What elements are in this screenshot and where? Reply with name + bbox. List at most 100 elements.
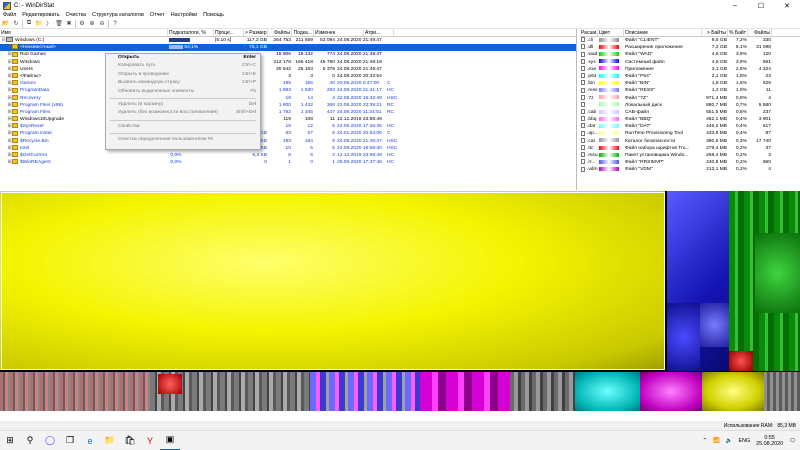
help-icon[interactable]: ? [111, 20, 119, 28]
explorer-taskbar-icon[interactable]: 📁 [100, 431, 120, 450]
col-modified[interactable]: Изменен [314, 29, 364, 36]
extension-row[interactable]: .cli Файл "CLIENT" 8,5 GB 7,2% 330 [580, 37, 800, 44]
directory-row[interactable]: ⊞ Program Files 1 792 1 345 447 24.08.2020 1… [0, 109, 576, 116]
col-items[interactable]: Файлы [268, 29, 292, 36]
tray-arrow-icon[interactable]: ⌃ [703, 438, 708, 444]
menu-options[interactable]: Настройки [171, 12, 197, 18]
cmd-icon[interactable]: 〉 [45, 20, 53, 28]
extension-row[interactable]: .dat Файл "DAT" 446,2 MB 0,4% 617 [580, 123, 800, 130]
col-bytes-percent[interactable]: % Байт [728, 29, 748, 36]
col-files[interactable]: Подка... [292, 29, 314, 36]
directory-row[interactable]: ⊞$Recycle.Bin 0,0%46,1 KB193184924.08.20… [0, 137, 576, 145]
col-name[interactable]: Имя [0, 29, 168, 36]
context-menu-item[interactable]: Удалить (без возможности восстановления)… [106, 109, 260, 117]
notification-icon[interactable]: 🗨 [789, 438, 796, 444]
extension-row[interactable]: .bin Файл "BIN" 1,8 GB 1,5% 529 [580, 80, 800, 87]
maximize-button[interactable]: ☐ [748, 0, 774, 11]
extension-row[interactable]: .vdm Файл "VDM" 213,1 MB 0,2% 4 [580, 166, 800, 173]
col-ext-files[interactable]: Файлы [748, 29, 772, 36]
extension-row[interactable]: Локальный диск 880,7 MB 0,7% 5 580 [580, 101, 800, 109]
treemap[interactable] [0, 191, 800, 411]
extension-row[interactable]: .sys Системный файл 4,6 GB 3,9% 561 [580, 58, 800, 66]
col-size[interactable]: > Размер [244, 29, 268, 36]
zoom-in-icon[interactable]: ⊕ [88, 20, 96, 28]
directory-row[interactable]: ⊞ Users 30 542 25 163 5 379 24.08.2020 21:49… [0, 65, 576, 73]
directory-row[interactable]: ⊟ Windows (C:) [5:10 s] 117,3 GB 264 753 211… [0, 37, 576, 44]
extension-row[interactable]: .ress Файл "RESS" 1,2 GB 1,0% 11 [580, 87, 800, 94]
extension-row[interactable]: .msu Пакет установщика Windo... 258,4 MB 0,… [580, 152, 800, 159]
yandex-icon[interactable]: Y [140, 431, 160, 450]
minimize-button[interactable]: – [722, 0, 748, 11]
copy-icon[interactable]: ⧉ [25, 20, 33, 28]
menu-report[interactable]: Отчет [150, 12, 165, 18]
menu-treemap[interactable]: Структура каталогов [92, 12, 144, 18]
col-attributes[interactable]: Атри... [364, 29, 394, 36]
store-icon[interactable]: 🛍 [120, 431, 140, 450]
treemap-red-cluster[interactable] [158, 374, 182, 394]
zoom-out-icon[interactable]: ⊖ [98, 20, 106, 28]
delete-recycle-icon[interactable]: 🗑 [55, 20, 63, 28]
menu-edit[interactable]: Редактировать [22, 12, 59, 18]
directory-row[interactable]: ⊞ ProgramData 1 883 1 630 293 24.08.2020 21:… [0, 87, 576, 94]
directory-row[interactable]: ⊞ Games 195 155 40 20.08.2020 0:47:00 C [0, 80, 576, 87]
extension-row[interactable]: .bbq Файл "BBQ" 462,1 MB 0,4% 3 901 [580, 116, 800, 123]
extension-row[interactable]: .dll Расширение приложения 7,2 GB 6,1% 31 09… [580, 44, 800, 51]
col-percent[interactable]: Проце... [214, 29, 244, 36]
extension-row[interactable]: .7z Файл "7Z" 971,4 MB 0,8% 4 [580, 94, 800, 102]
col-extension[interactable]: Расши... [580, 29, 598, 36]
treemap-green-sub-1[interactable] [755, 233, 800, 313]
edge-icon[interactable]: e [80, 431, 100, 450]
language-indicator[interactable]: ENG [738, 438, 750, 444]
delete-icon[interactable]: ✖ [65, 20, 73, 28]
directory-row[interactable]: ⊞ Program Files (x86) 1 800 1 432 368 22.08.… [0, 101, 576, 109]
extension-row[interactable]: .p64 Файл "P64" 2,1 GB 1,8% 23 [580, 73, 800, 80]
col-color[interactable]: Цвет [598, 29, 624, 36]
directory-row[interactable]: ⊞ Windows 212 178 166 418 45 760 24.08.2020 … [0, 58, 576, 66]
extension-row[interactable]: .ttc Файл набора шрифтов Tru... 279,4 MB 0,… [580, 145, 800, 152]
directory-row[interactable]: ⊞ $SysReset 18 12 6 22.06.2020 17:26:35 HC [0, 123, 576, 130]
treemap-cyan-block-2[interactable] [575, 372, 640, 411]
refresh-icon[interactable]: ↻ [12, 20, 20, 28]
treemap-magenta-block[interactable] [420, 372, 510, 411]
treemap-magenta-block-2[interactable] [640, 372, 702, 411]
extension-row[interactable]: .exe Приложение 3,1 GB 2,6% 4 324 [580, 65, 800, 73]
treemap-blue-sub-2[interactable] [667, 303, 700, 371]
directory-row[interactable]: ⊞Program instal 1,0 GB6357624.01.2020 20… [0, 130, 576, 137]
menu-help[interactable]: Помощь [203, 12, 224, 18]
menu-file[interactable]: Файл [3, 12, 16, 18]
treemap-gray-right[interactable] [764, 372, 800, 411]
extension-row[interactable]: .rr... Файл "RRSIMVP" 240,8 MB 0,2% 960 [580, 159, 800, 166]
treemap-gray-block-1[interactable] [0, 372, 150, 411]
context-menu-item[interactable]: Обновить выделенные элементы F5 [106, 88, 260, 96]
explorer-icon[interactable]: 📁 [35, 20, 43, 28]
close-button[interactable]: ✕ [774, 0, 800, 11]
col-subtree-percent[interactable]: Подкаталоги, % [168, 29, 214, 36]
properties-icon[interactable]: ⚙ [78, 20, 86, 28]
extension-row[interactable]: .wad Файл "WAD" 4,6 GB 3,9% 120 [580, 51, 800, 58]
start-button-icon[interactable]: ⊞ [0, 431, 20, 450]
clock[interactable]: 0:55 25.08.2020 [756, 435, 783, 447]
volume-icon[interactable]: 🔈 [726, 438, 733, 444]
windirstat-taskbar-icon[interactable]: ▣ [160, 431, 180, 450]
context-menu-item[interactable]: Свойства [106, 123, 260, 131]
treemap-yellow-inner[interactable] [1, 192, 665, 370]
treemap-cyan-block[interactable] [510, 372, 580, 411]
extension-row[interactable]: .cab CAB-файл 551,5 MB 0,5% 237 [580, 109, 800, 116]
context-menu-item[interactable]: Очистка определенная пользователем #0 [106, 136, 260, 144]
directory-row[interactable]: ⊞ $WinREAgent 0,0% 0 1 0 1 25.06.2020 17:47:48… [0, 159, 576, 166]
context-menu-item[interactable]: Вызвать командную строку Ctrl+P [106, 79, 260, 87]
cortana-icon[interactable]: ◯ [40, 431, 60, 450]
directory-row[interactable]: ⊞ Windows10Upgrade 119 108 11 12.12.2019 23:… [0, 116, 576, 123]
network-icon[interactable]: 📶 [713, 438, 720, 444]
directory-row[interactable]: ⊞Intel 0,0%40,3 KB105522.08.2020 16:59:3… [0, 145, 576, 152]
task-view-icon[interactable]: ❐ [60, 431, 80, 450]
directory-row[interactable]: ⊞ Recovery 18 14 4 22.08.2020 16:42:49 HSC [0, 94, 576, 102]
directory-row[interactable]: ⊞ $GetCurrent 0,0% 8,3 KB 8 6 2 12.12.2019 23:… [0, 152, 576, 159]
treemap-purple-block[interactable] [310, 372, 420, 411]
context-menu-item[interactable]: Копировать путь Ctrl+C [106, 62, 260, 70]
treemap-blue-sub-1[interactable] [700, 303, 729, 347]
menu-cleanup[interactable]: Очистка [66, 12, 87, 18]
treemap-red-sub[interactable] [729, 351, 753, 371]
context-menu-item[interactable]: Открыть Enter [106, 54, 260, 62]
treemap-yellow-small[interactable] [702, 372, 764, 411]
